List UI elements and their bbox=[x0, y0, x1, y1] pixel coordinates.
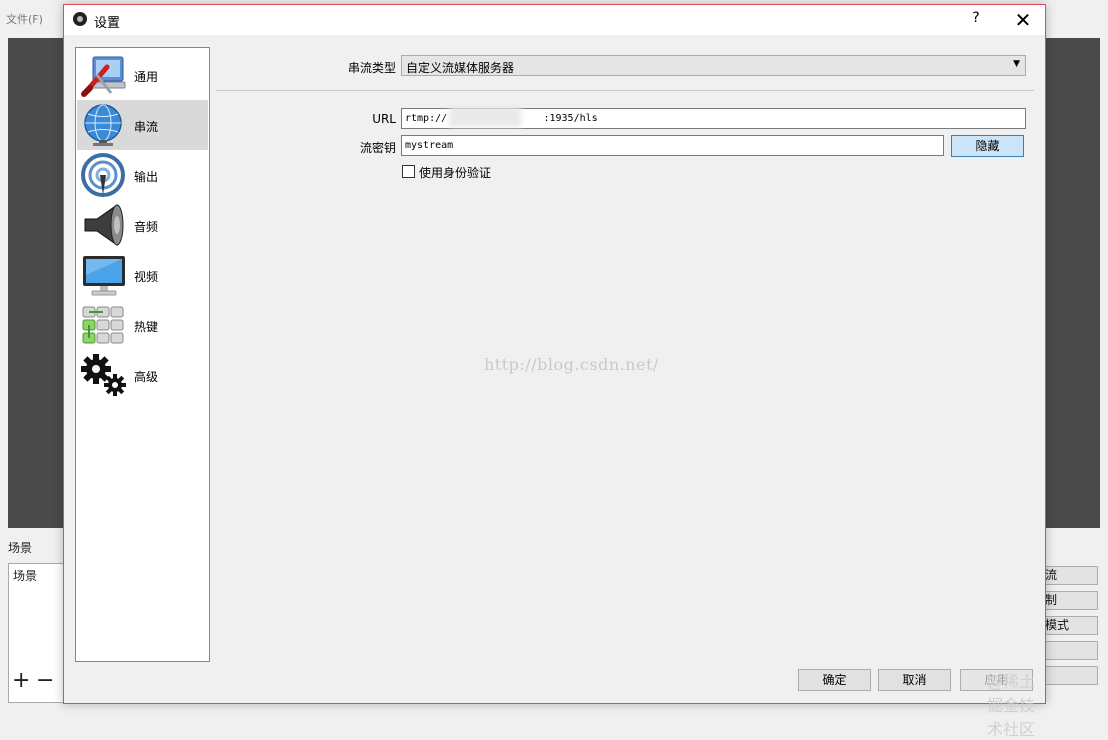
start-streaming-button[interactable]: 流 bbox=[1040, 566, 1098, 585]
scenes-list-item[interactable]: 场景 bbox=[13, 567, 37, 584]
dialog-titlebar: 设置 ? ✕ bbox=[64, 5, 1045, 35]
studio-mode-button[interactable]: 模式 bbox=[1040, 616, 1098, 635]
sidebar-item-label: 视频 bbox=[134, 270, 159, 284]
hide-key-button[interactable]: 隐藏 bbox=[951, 135, 1024, 157]
exit-button[interactable] bbox=[1040, 666, 1098, 685]
cancel-button[interactable]: 取消 bbox=[878, 669, 951, 691]
menu-file[interactable]: 文件(F) bbox=[6, 11, 43, 27]
watermark-text: http://blog.csdn.net/ bbox=[484, 355, 659, 374]
broadcast-output-icon bbox=[81, 153, 125, 197]
form-separator bbox=[216, 90, 1034, 91]
sidebar-item-label: 音频 bbox=[134, 220, 159, 234]
chevron-down-icon: ▼ bbox=[1013, 59, 1020, 69]
settings-dialog: 设置 ? ✕ 通用 串流 输出 音频 视频 热键 高级 串流类型 自定义流媒体服… bbox=[63, 4, 1046, 739]
sidebar-item-label: 高级 bbox=[134, 370, 159, 384]
sidebar-item-audio[interactable]: 音频 bbox=[77, 200, 208, 250]
sidebar-item-general[interactable]: 通用 bbox=[77, 50, 208, 100]
sidebar-item-hotkeys[interactable]: 热键 bbox=[77, 300, 208, 350]
url-label: URL bbox=[372, 112, 396, 126]
stream-type-select[interactable]: 自定义流媒体服务器 ▼ bbox=[401, 55, 1026, 76]
speaker-audio-icon bbox=[84, 204, 124, 246]
sidebar-item-label: 通用 bbox=[134, 70, 159, 84]
scenes-section-title: 场景 bbox=[8, 541, 33, 555]
close-button[interactable]: ✕ bbox=[1008, 8, 1038, 32]
sidebar-item-output[interactable]: 输出 bbox=[77, 150, 208, 200]
stream-type-value: 自定义流媒体服务器 bbox=[406, 61, 515, 75]
sidebar-item-advanced[interactable]: 高级 bbox=[77, 350, 208, 400]
gears-advanced-icon bbox=[81, 354, 126, 396]
stream-key-label: 流密钥 bbox=[359, 141, 396, 155]
settings-button[interactable] bbox=[1040, 641, 1098, 660]
keyboard-hotkey-icon bbox=[82, 306, 124, 344]
stream-key-input[interactable] bbox=[401, 135, 944, 156]
globe-stream-icon bbox=[84, 104, 122, 146]
ok-button[interactable]: 确定 bbox=[798, 669, 871, 691]
remove-scene-button[interactable]: − bbox=[36, 670, 54, 692]
add-scene-button[interactable]: + bbox=[12, 670, 30, 692]
obs-logo-icon bbox=[73, 12, 87, 26]
dialog-title: 设置 bbox=[94, 16, 121, 31]
settings-sidebar: 通用 串流 输出 音频 视频 热键 高级 bbox=[75, 47, 210, 662]
general-settings-icon bbox=[81, 56, 126, 97]
sidebar-item-label: 串流 bbox=[134, 120, 159, 134]
sidebar-item-video[interactable]: 视频 bbox=[77, 250, 208, 300]
sidebar-item-stream[interactable]: 串流 bbox=[77, 100, 208, 150]
help-button[interactable]: ? bbox=[964, 10, 988, 30]
use-auth-checkbox[interactable] bbox=[402, 165, 415, 178]
start-recording-button[interactable]: 制 bbox=[1040, 591, 1098, 610]
corner-watermark: @稀土掘金技术社区 bbox=[987, 672, 1036, 739]
monitor-video-icon bbox=[83, 256, 125, 296]
use-auth-label[interactable]: 使用身份验证 bbox=[419, 164, 491, 181]
redacted-url-mask bbox=[449, 107, 521, 127]
sidebar-item-label: 输出 bbox=[134, 170, 159, 184]
sidebar-item-label: 热键 bbox=[134, 320, 159, 334]
stream-type-label: 串流类型 bbox=[347, 61, 396, 75]
